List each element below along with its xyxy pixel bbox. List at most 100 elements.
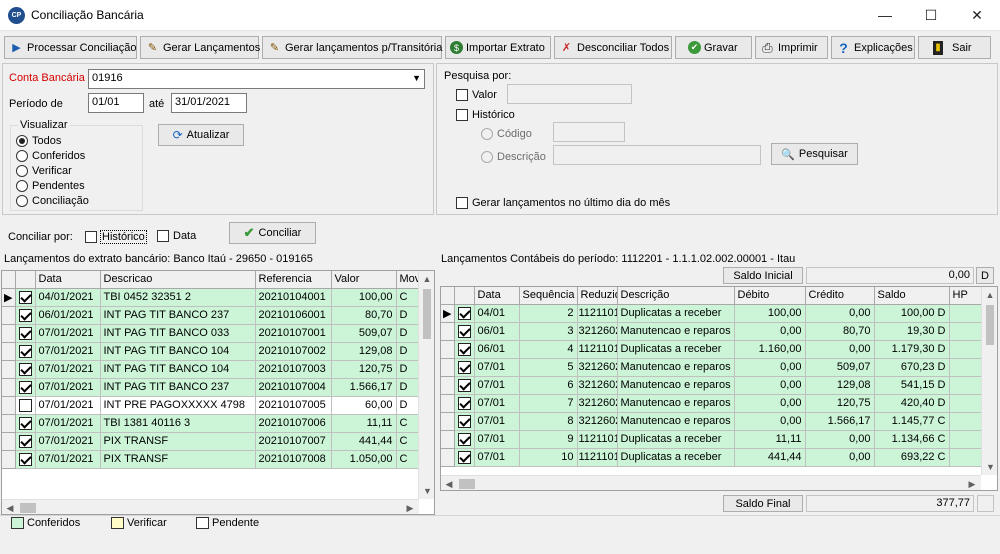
row-checkbox[interactable]: [454, 394, 475, 413]
conta-bancaria-select[interactable]: 01916 ▼: [88, 69, 425, 89]
pesquisar-button[interactable]: 🔍 Pesquisar: [771, 143, 858, 165]
contabeis-row[interactable]: 07/0173212602Manutencao e reparos0,00120…: [441, 394, 982, 413]
row-checkbox[interactable]: [454, 412, 475, 431]
gravar-button[interactable]: ✔ Gravar: [675, 36, 752, 59]
minimize-button[interactable]: —: [862, 0, 908, 31]
column-header[interactable]: Valor: [331, 271, 397, 289]
conciliar-data-checkbox[interactable]: Data: [157, 230, 196, 242]
scroll-thumb[interactable]: [423, 289, 431, 339]
row-checkbox[interactable]: [15, 342, 36, 361]
scroll-thumb[interactable]: [20, 503, 36, 513]
column-header[interactable]: Referencia: [255, 271, 332, 289]
extrato-row[interactable]: 06/01/2021 INT PAG TIT BANCO 237 202101060…: [2, 306, 420, 325]
extrato-vertical-scrollbar[interactable]: ▲ ▼: [418, 271, 434, 499]
gerar-ultimo-dia-checkbox[interactable]: Gerar lançamentos no último dia do mês: [456, 197, 670, 209]
explicacoes-button[interactable]: ? Explicações: [831, 36, 915, 59]
desconciliar-todos-button[interactable]: ✗ Desconciliar Todos: [554, 36, 672, 59]
scroll-up-arrow-icon[interactable]: ▲: [982, 287, 997, 303]
maximize-button[interactable]: ☐: [908, 0, 954, 31]
extrato-row[interactable]: 07/01/2021 TBI 1381 40116 3 20210107006 11,…: [2, 414, 420, 433]
extrato-row[interactable]: 07/01/2021 INT PAG TIT BANCO 033 202101070…: [2, 324, 420, 343]
row-checkbox[interactable]: [15, 450, 36, 469]
contabeis-row[interactable]: 06/01 4 1121101 Duplicatas a receber 1.160,0…: [441, 340, 982, 359]
column-header[interactable]: Descrição: [617, 287, 735, 305]
extrato-row[interactable]: 07/01/2021 INT PRE PAGOXXXXX 4798 20210107…: [2, 396, 420, 415]
contabeis-row[interactable]: ▶ 04/01 2 1121101 Duplicatas a receber 100,00…: [441, 304, 982, 323]
scroll-right-arrow-icon[interactable]: ▶: [964, 476, 980, 490]
extrato-row[interactable]: 07/01/2021 INT PAG TIT BANCO 104 202101070…: [2, 342, 420, 361]
row-checkbox[interactable]: [454, 322, 475, 341]
contabeis-vertical-scrollbar[interactable]: ▲ ▼: [981, 287, 997, 475]
scroll-left-arrow-icon[interactable]: ◀: [2, 500, 18, 514]
descricao-radio[interactable]: Descrição: [481, 151, 546, 163]
processar-conciliacao-button[interactable]: ▶ Processar Conciliação: [4, 36, 137, 59]
row-checkbox[interactable]: [15, 306, 36, 325]
row-checkbox[interactable]: [15, 324, 36, 343]
contabeis-row[interactable]: 07/01 10 1121101 Duplicatas a receber 441,44…: [441, 448, 982, 467]
radio-conferidos[interactable]: Conferidos: [16, 150, 85, 162]
scroll-left-arrow-icon[interactable]: ◀: [441, 476, 457, 490]
gerar-lancamentos-transitoria-button[interactable]: ✎ Gerar lançamentos p/Transitória: [262, 36, 442, 59]
radio-todos[interactable]: Todos: [16, 135, 61, 147]
scroll-thumb[interactable]: [459, 479, 475, 489]
extrato-row[interactable]: 07/01/2021 PIX TRANSF 20210107008 1.050,00 C: [2, 450, 420, 469]
valor-input[interactable]: [507, 84, 632, 104]
column-header[interactable]: Débito: [734, 287, 806, 305]
column-header[interactable]: Saldo: [874, 287, 950, 305]
radio-conciliacao[interactable]: Conciliação: [16, 195, 89, 207]
contabeis-row[interactable]: 07/0183212602Manutencao e reparos0,001.5…: [441, 412, 982, 431]
extrato-row[interactable]: ▶ 04/01/2021 TBI 0452 32351 2 20210104001 10…: [2, 288, 420, 307]
historico-checkbox[interactable]: Histórico: [456, 109, 515, 121]
scroll-up-arrow-icon[interactable]: ▲: [419, 271, 434, 287]
row-checkbox[interactable]: [15, 414, 36, 433]
extrato-horizontal-scrollbar[interactable]: ◀ ▶: [2, 499, 419, 514]
extrato-row[interactable]: 07/01/2021 INT PAG TIT BANCO 237 202101070…: [2, 378, 420, 397]
row-checkbox[interactable]: [15, 288, 36, 307]
column-header[interactable]: Data: [474, 287, 520, 305]
codigo-input[interactable]: [553, 122, 625, 142]
scroll-thumb[interactable]: [986, 305, 994, 345]
conciliar-historico-checkbox[interactable]: Histórico: [85, 230, 147, 244]
extrato-row[interactable]: 07/01/2021 INT PAG TIT BANCO 104 202101070…: [2, 360, 420, 379]
row-checkbox[interactable]: [454, 376, 475, 395]
row-checkbox[interactable]: [454, 430, 475, 449]
row-checkbox[interactable]: [15, 360, 36, 379]
conciliar-button[interactable]: ✔ Conciliar: [229, 222, 316, 244]
column-header[interactable]: Crédito: [805, 287, 875, 305]
descricao-input[interactable]: [553, 145, 761, 165]
contabeis-row[interactable]: 07/01 9 1121101 Duplicatas a receber 11,11 0,…: [441, 430, 982, 449]
row-checkbox[interactable]: [454, 448, 475, 467]
column-header[interactable]: Reduzid: [577, 287, 618, 305]
row-checkbox[interactable]: [15, 396, 36, 415]
contabeis-horizontal-scrollbar[interactable]: ◀ ▶: [441, 475, 981, 490]
contabeis-row[interactable]: 07/0163212602Manutencao e reparos0,00129…: [441, 376, 982, 395]
column-header[interactable]: Mov: [396, 271, 420, 289]
scroll-down-arrow-icon[interactable]: ▼: [982, 459, 997, 475]
row-checkbox[interactable]: [15, 378, 36, 397]
column-header[interactable]: Descricao: [100, 271, 256, 289]
contabeis-row[interactable]: 07/0153212602Manutencao e reparos0,00509…: [441, 358, 982, 377]
column-header[interactable]: Data: [35, 271, 101, 289]
radio-verificar[interactable]: Verificar: [16, 165, 72, 177]
scroll-right-arrow-icon[interactable]: ▶: [402, 500, 418, 514]
imprimir-button[interactable]: ⎙ Imprimir: [755, 36, 828, 59]
periodo-to-input[interactable]: 31/01/2021: [171, 93, 247, 113]
row-checkbox[interactable]: [454, 304, 475, 323]
close-button[interactable]: ✕: [954, 0, 1000, 31]
codigo-radio[interactable]: Código: [481, 128, 532, 140]
atualizar-button[interactable]: ⟳ Atualizar: [158, 124, 244, 146]
row-checkbox[interactable]: [15, 432, 36, 451]
valor-checkbox[interactable]: Valor: [456, 89, 497, 101]
periodo-from-input[interactable]: 01/01: [88, 93, 144, 113]
scroll-down-arrow-icon[interactable]: ▼: [419, 483, 434, 499]
importar-extrato-button[interactable]: $ Importar Extrato: [445, 36, 551, 59]
column-header[interactable]: HP: [949, 287, 982, 305]
row-checkbox[interactable]: [454, 340, 475, 359]
radio-pendentes[interactable]: Pendentes: [16, 180, 85, 192]
contabeis-row[interactable]: 06/0133212602Manutencao e reparos0,0080,…: [441, 322, 982, 341]
gerar-lancamentos-button[interactable]: ✎ Gerar Lançamentos: [140, 36, 260, 59]
sair-button[interactable]: ▮ Sair: [918, 36, 991, 59]
extrato-row[interactable]: 07/01/2021 PIX TRANSF 20210107007 441,44 C: [2, 432, 420, 451]
column-header[interactable]: Sequência: [519, 287, 578, 305]
row-checkbox[interactable]: [454, 358, 475, 377]
